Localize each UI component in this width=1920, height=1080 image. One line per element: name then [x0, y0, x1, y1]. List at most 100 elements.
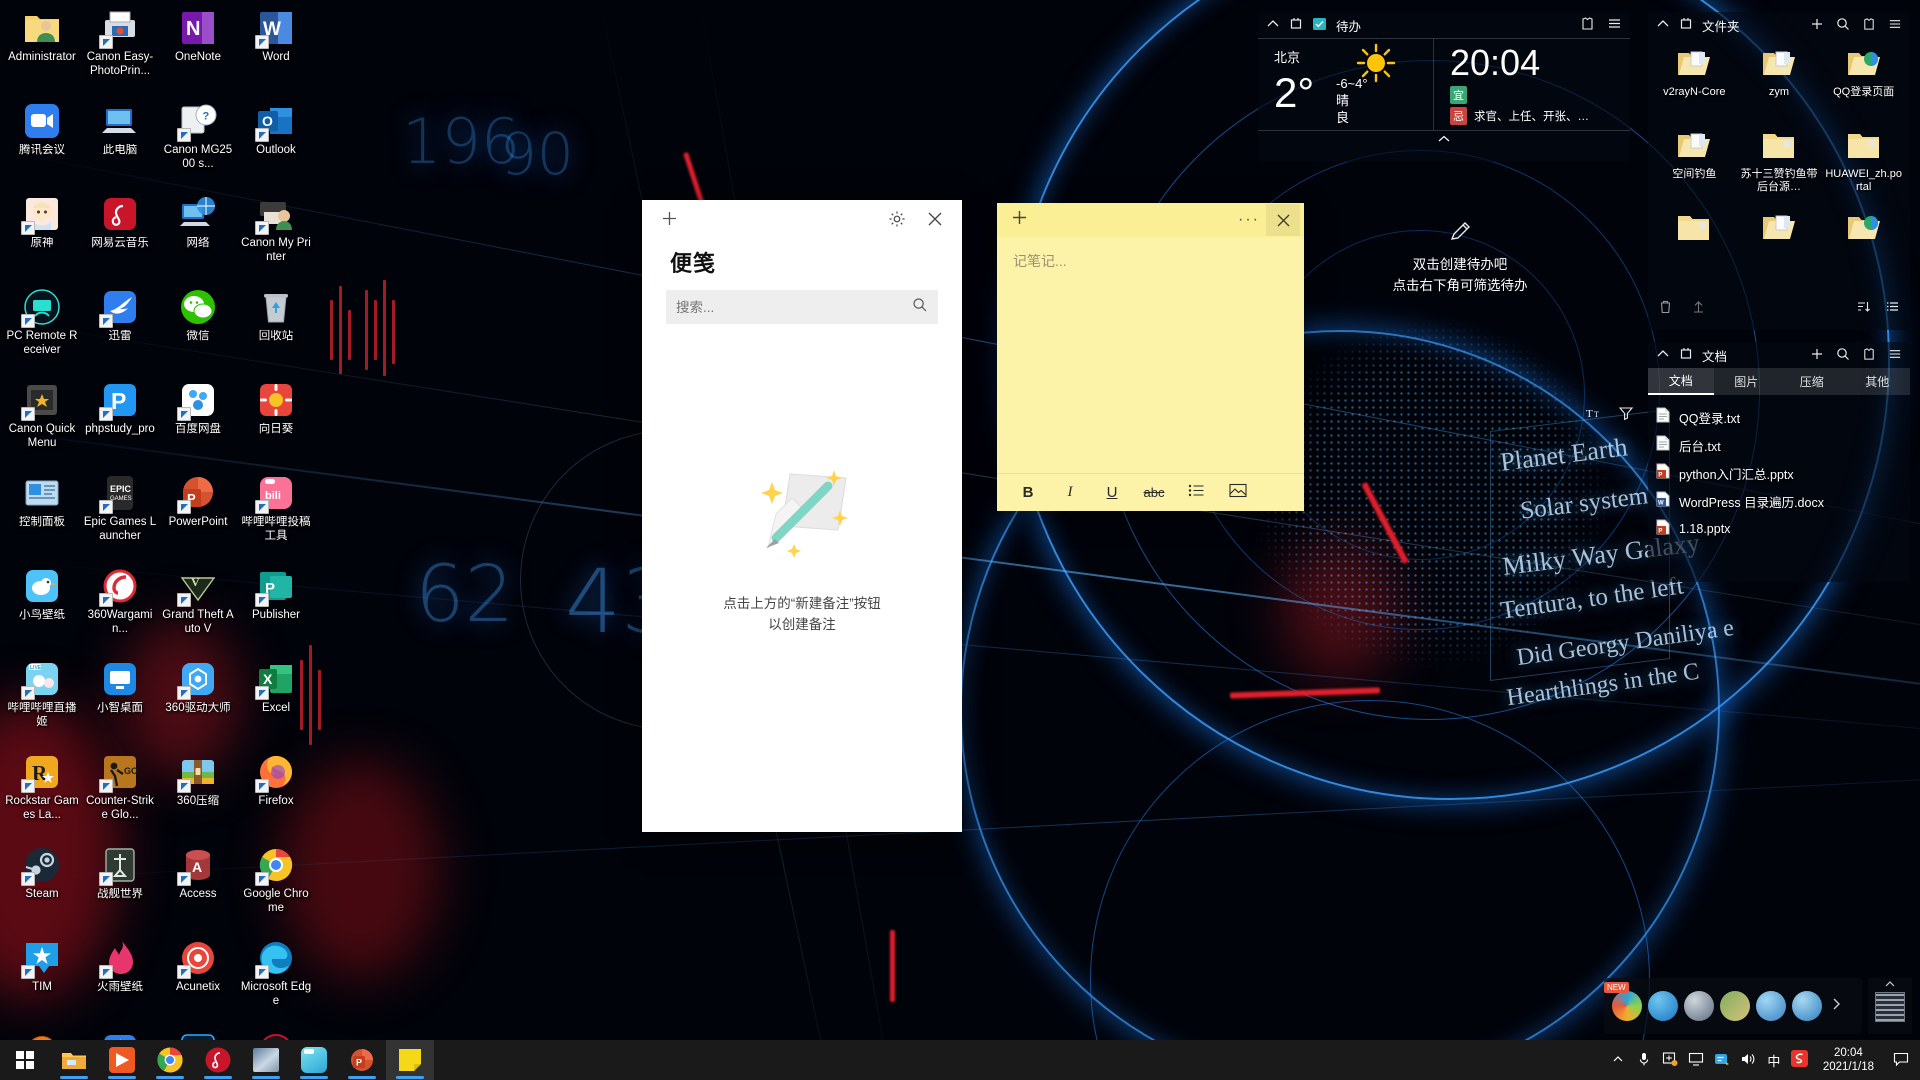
desktop-icon-9[interactable]: 原神 [4, 190, 80, 283]
strikethrough-button[interactable]: abc [1133, 485, 1175, 500]
dock-info-icon[interactable] [1648, 991, 1678, 1021]
desktop-icon-44[interactable]: Microsoft Edge [238, 934, 314, 1027]
desktop-icon-34[interactable]: GO Counter-Strike Glo... [82, 748, 158, 841]
desktop-icon-40[interactable]: Google Chrome [238, 841, 314, 934]
chevron-up-icon[interactable] [1656, 17, 1670, 34]
desktop-icon-24[interactable]: bili 哔哩哔哩投稿工具 [238, 469, 314, 562]
volume-icon[interactable] [1735, 1051, 1761, 1070]
folder-item-8[interactable] [1737, 208, 1822, 290]
desktop-icon-29[interactable]: LIVE 哔哩哔哩直播姬 [4, 655, 80, 748]
desktop-icon-13[interactable]: PC Remote Receiver [4, 283, 80, 376]
taskbar-item-powerpoint[interactable]: P [338, 1040, 386, 1080]
desktop-icon-30[interactable]: 小智桌面 [82, 655, 158, 748]
ime-indicator[interactable]: 中 [1761, 1051, 1787, 1070]
insert-image-button[interactable] [1217, 483, 1259, 502]
taskbar-item-netease-music[interactable] [194, 1040, 242, 1080]
bold-button[interactable]: B [1007, 484, 1049, 501]
tab-压缩[interactable]: 压缩 [1779, 368, 1845, 395]
italic-button[interactable]: I [1049, 484, 1091, 501]
documents-widget[interactable]: 文档 文档 图片 压缩 其他 QQ登录.txt 后台.txt Ppython入门汇总.pp… [1648, 342, 1910, 582]
hamburger-icon[interactable] [1888, 347, 1902, 364]
taskbar-item-sticky-notes[interactable] [386, 1040, 434, 1080]
filter-icon[interactable] [1618, 405, 1634, 426]
tab-文档[interactable]: 文档 [1648, 368, 1714, 395]
file-list-item[interactable]: W WordPress 目录遍历.docx [1656, 487, 1910, 515]
taskbar-item-chrome[interactable] [146, 1040, 194, 1080]
input-method-icon[interactable] [1709, 1051, 1735, 1070]
sticky-note-header[interactable]: ··· [997, 203, 1304, 237]
shirt-icon[interactable] [1862, 347, 1876, 364]
folder-item-5[interactable]: 苏十三赞钓鱼带后台源… [1737, 126, 1822, 208]
weather-widget-expand[interactable] [1258, 130, 1630, 145]
taskbar-item-potplayer[interactable] [98, 1040, 146, 1080]
shirt-icon[interactable] [1862, 17, 1876, 34]
folders-widget[interactable]: 文件夹 v2rayN-Core zym QQ登录页面 空间钓鱼 苏十三赞钓鱼带后台源… H… [1648, 12, 1910, 330]
grid-panel-scroll-up[interactable] [1868, 978, 1912, 990]
desktop-icon-43[interactable]: Acunetix [160, 934, 236, 1027]
desktop-icon-36[interactable]: Firefox [238, 748, 314, 841]
desktop-icon-1[interactable]: Administrator [4, 4, 80, 97]
desktop-icon-10[interactable]: 网易云音乐 [82, 190, 158, 283]
dock-help-icon[interactable] [1792, 991, 1822, 1021]
desktop-icon-19[interactable]: 百度网盘 [160, 376, 236, 469]
notification-icon[interactable] [1884, 1051, 1918, 1070]
taskbar-clock[interactable]: 20:04 2021/1/18 [1813, 1046, 1884, 1074]
desktop-icon-31[interactable]: 360驱动大师 [160, 655, 236, 748]
sticky-note-body[interactable]: 记笔记... [997, 237, 1304, 473]
chevron-up-icon[interactable] [1266, 17, 1280, 34]
folder-item-1[interactable]: v2rayN-Core [1652, 44, 1737, 126]
chevron-right-icon[interactable] [1830, 997, 1842, 1016]
desktop-icon-23[interactable]: P PowerPoint [160, 469, 236, 562]
tab-其他[interactable]: 其他 [1845, 368, 1911, 395]
desktop-icon-33[interactable]: R Rockstar Games La... [4, 748, 80, 841]
new-note-button[interactable] [1011, 209, 1028, 231]
tab-图片[interactable]: 图片 [1714, 368, 1780, 395]
folder-item-6[interactable]: HUAWEI_zh.portal [1821, 126, 1906, 208]
desktop-icon-28[interactable]: P Publisher [238, 562, 314, 655]
desktop-icon-41[interactable]: TIM [4, 934, 80, 1027]
desktop-icon-16[interactable]: 回收站 [238, 283, 314, 376]
desktop-icon-37[interactable]: Steam [4, 841, 80, 934]
folder-item-7[interactable] [1652, 208, 1737, 290]
list-view-icon[interactable] [1885, 299, 1900, 319]
desktop-icon-7[interactable]: ? Canon MG2500 s... [160, 97, 236, 190]
close-icon[interactable] [926, 210, 944, 233]
taskbar-item-bilibili-live[interactable] [290, 1040, 338, 1080]
desktop-icon-26[interactable]: 360Wargamin... [82, 562, 158, 655]
folder-item-4[interactable]: 空间钓鱼 [1652, 126, 1737, 208]
search-icon[interactable] [1836, 347, 1850, 364]
shirt-icon[interactable] [1580, 16, 1595, 34]
screenshot-icon[interactable] [1657, 1051, 1683, 1070]
desktop-icon-11[interactable]: 网络 [160, 190, 236, 283]
file-list-item[interactable]: Ppython入门汇总.pptx [1656, 459, 1910, 487]
sticky-note-window[interactable]: ··· 记笔记... B I U abc [997, 203, 1304, 511]
gear-icon[interactable] [888, 210, 906, 233]
close-icon[interactable] [1266, 204, 1300, 236]
plus-icon[interactable] [1810, 17, 1824, 34]
hamburger-icon[interactable] [1607, 16, 1622, 34]
sogou-icon[interactable] [1787, 1050, 1813, 1070]
system-tray[interactable]: 中 20:04 2021/1/18 [1605, 1040, 1920, 1080]
chevron-up-icon[interactable] [1605, 1053, 1631, 1068]
desktop-icon-17[interactable]: Canon Quick Menu [4, 376, 80, 469]
taskbar[interactable]: P 中 20:04 2021/1/18 [0, 1040, 1920, 1080]
folder-item-2[interactable]: zym [1737, 44, 1822, 126]
desktop-icon-8[interactable]: O Outlook [238, 97, 314, 190]
desktop-icon-4[interactable]: W Word [238, 4, 314, 97]
microphone-icon[interactable] [1631, 1051, 1657, 1070]
grid-panel-icon[interactable] [1875, 992, 1905, 1022]
trash-icon[interactable] [1658, 299, 1673, 319]
desktop-icon-6[interactable]: 此电脑 [82, 97, 158, 190]
desktop-icon-32[interactable]: X Excel [238, 655, 314, 748]
hamburger-icon[interactable] [1888, 17, 1902, 34]
desktop-icon-12[interactable]: Canon My Printer [238, 190, 314, 283]
pin-icon[interactable] [1679, 347, 1693, 364]
desktop-icon-27[interactable]: V Grand Theft Auto V [160, 562, 236, 655]
desktop-icon-25[interactable]: 小鸟壁纸 [4, 562, 80, 655]
desktop-icon-35[interactable]: 360压缩 [160, 748, 236, 841]
weather-todo-widget[interactable]: 待办 北京 2° -6~4° 晴 良 20:04 宜 忌 求官、上任、开张、… [1258, 12, 1630, 162]
search-icon[interactable] [1836, 17, 1850, 34]
folder-item-3[interactable]: QQ登录页面 [1821, 44, 1906, 126]
sticky-notes-list-window[interactable]: 便笺 点击上方的“新建备注”按钮 以创建备注 [642, 200, 962, 832]
pin-icon[interactable] [1289, 17, 1303, 34]
